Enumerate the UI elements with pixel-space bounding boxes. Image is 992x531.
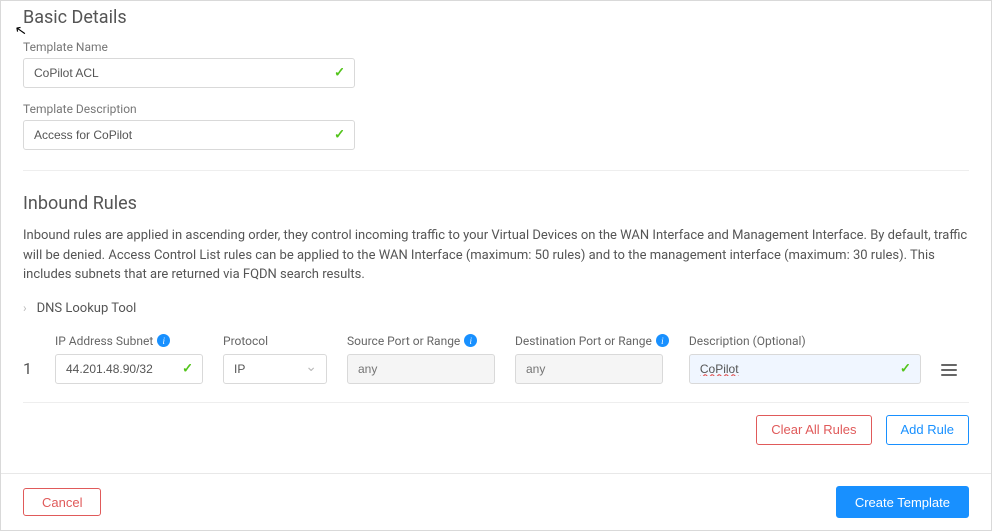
- col-dest-port-label: Destination Port or Range: [515, 334, 652, 348]
- col-description-label: Description (Optional): [689, 334, 806, 348]
- protocol-select[interactable]: IP: [223, 354, 327, 384]
- divider: [23, 402, 969, 403]
- template-name-label: Template Name: [23, 40, 969, 54]
- rule-description-input[interactable]: [689, 354, 921, 384]
- col-ip-subnet-label: IP Address Subnet: [55, 334, 153, 348]
- ip-subnet-input[interactable]: [55, 354, 203, 384]
- source-port-input: [347, 354, 495, 384]
- divider: [23, 170, 969, 171]
- template-desc-input[interactable]: [23, 120, 355, 150]
- info-icon[interactable]: i: [656, 334, 669, 347]
- rule-menu-icon[interactable]: [941, 364, 957, 384]
- add-rule-button[interactable]: Add Rule: [886, 415, 969, 445]
- basic-details-title: Basic Details: [23, 7, 969, 28]
- info-icon[interactable]: i: [157, 334, 170, 347]
- template-desc-label: Template Description: [23, 102, 969, 116]
- clear-all-rules-button[interactable]: Clear All Rules: [756, 415, 871, 445]
- info-icon[interactable]: i: [464, 334, 477, 347]
- dns-lookup-tool-toggle[interactable]: › DNS Lookup Tool: [23, 301, 969, 316]
- dest-port-input: [515, 354, 663, 384]
- template-name-input[interactable]: [23, 58, 355, 88]
- col-protocol-label: Protocol: [223, 334, 268, 348]
- inbound-rules-description: Inbound rules are applied in ascending o…: [23, 226, 969, 285]
- cancel-button[interactable]: Cancel: [23, 488, 101, 516]
- inbound-rules-title: Inbound Rules: [23, 193, 969, 214]
- footer: Cancel Create Template: [1, 473, 991, 530]
- create-template-button[interactable]: Create Template: [836, 486, 969, 518]
- col-source-port-label: Source Port or Range: [347, 334, 460, 348]
- dns-lookup-label: DNS Lookup Tool: [37, 301, 137, 316]
- rule-row: 1 IP Address Subnet i Protocol IP Source: [23, 334, 969, 384]
- rule-index: 1: [23, 359, 35, 384]
- chevron-right-icon: ›: [23, 301, 27, 315]
